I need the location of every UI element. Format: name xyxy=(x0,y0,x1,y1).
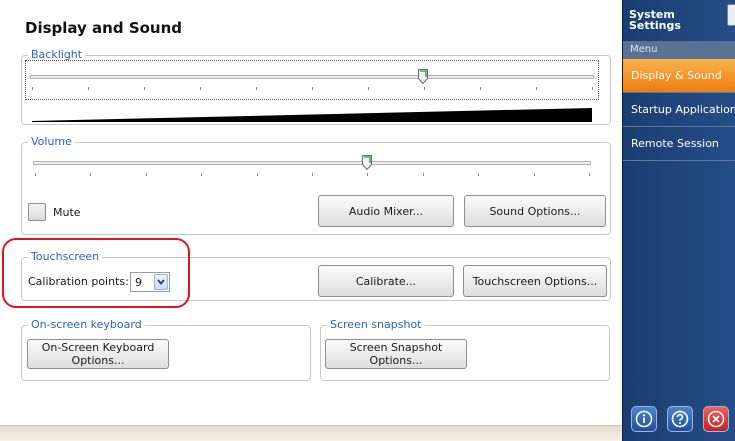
info-icon[interactable] xyxy=(631,406,657,432)
slider-tick xyxy=(88,87,89,90)
slider-tick xyxy=(201,173,203,176)
slider-track xyxy=(30,75,594,79)
menu-header: Menu xyxy=(623,41,735,59)
slider-thumb[interactable] xyxy=(417,69,428,84)
sidebar-item-display-sound[interactable]: Display & Sound xyxy=(623,59,735,92)
onscreen-keyboard-group: On-screen keyboard On-Screen Keyboard Op… xyxy=(21,318,311,381)
screen-snapshot-group: Screen snapshot Screen Snapshot Options.… xyxy=(320,318,610,381)
close-icon[interactable] xyxy=(703,406,729,432)
brightness-ramp xyxy=(32,108,592,122)
mute-label: Mute xyxy=(53,206,81,219)
sidebar-title-line2: Settings xyxy=(629,19,681,32)
audio-mixer-button[interactable]: Audio Mixer... xyxy=(318,195,454,227)
status-bar xyxy=(0,425,622,441)
slider-tick xyxy=(32,87,33,90)
slider-tick xyxy=(256,173,258,176)
slider-tick xyxy=(592,87,593,90)
slider-tick xyxy=(367,173,369,176)
onscreen-keyboard-options-line2: Options... xyxy=(71,354,125,367)
volume-slider[interactable] xyxy=(29,147,595,187)
sound-options-button[interactable]: Sound Options... xyxy=(464,195,606,227)
system-settings-sidebar: System Settings Menu Display & Sound Sta… xyxy=(622,0,735,441)
slider-thumb[interactable] xyxy=(361,155,372,170)
backlight-slider[interactable] xyxy=(25,60,599,100)
onscreen-keyboard-legend: On-screen keyboard xyxy=(28,318,145,332)
slider-tick xyxy=(312,173,313,176)
onscreen-keyboard-options-line1: On-Screen Keyboard xyxy=(41,341,155,354)
mute-checkbox[interactable] xyxy=(28,203,46,221)
slider-tick xyxy=(312,87,313,90)
slider-tick xyxy=(536,87,537,90)
sidebar-divider xyxy=(623,160,735,161)
slider-tick xyxy=(478,173,480,176)
page-title: Display and Sound xyxy=(25,19,183,37)
onscreen-keyboard-options-button[interactable]: On-Screen Keyboard Options... xyxy=(27,339,169,369)
screen-snapshot-legend: Screen snapshot xyxy=(327,318,425,332)
slider-tick xyxy=(589,173,590,176)
slider-tick xyxy=(144,87,145,90)
touchscreen-callout xyxy=(2,238,190,308)
slider-track xyxy=(33,161,591,165)
slider-tick xyxy=(90,173,92,176)
calibrate-button[interactable]: Calibrate... xyxy=(318,265,454,297)
slider-tick xyxy=(480,87,481,90)
slider-tick xyxy=(35,173,36,176)
slider-tick xyxy=(256,87,257,90)
slider-tick xyxy=(200,87,201,90)
device-icon xyxy=(727,4,735,26)
slider-tick xyxy=(533,173,535,176)
sidebar-item-startup-applications[interactable]: Startup Applications xyxy=(623,93,735,126)
slider-tick xyxy=(424,87,425,90)
sidebar-title: System Settings xyxy=(629,9,699,31)
display-sound-panel: Display and Sound Backlight Volume Mute … xyxy=(0,0,622,441)
slider-tick xyxy=(368,87,369,90)
sidebar-item-remote-session[interactable]: Remote Session xyxy=(623,127,735,160)
help-icon[interactable] xyxy=(667,406,693,432)
slider-tick xyxy=(422,173,424,176)
touchscreen-options-button[interactable]: Touchscreen Options... xyxy=(463,265,607,297)
screen-snapshot-options-button[interactable]: Screen Snapshot Options... xyxy=(325,339,467,369)
slider-tick xyxy=(145,173,147,176)
backlight-group: Backlight xyxy=(21,48,611,125)
volume-group: Volume Mute Audio Mixer... Sound Options… xyxy=(21,135,611,235)
